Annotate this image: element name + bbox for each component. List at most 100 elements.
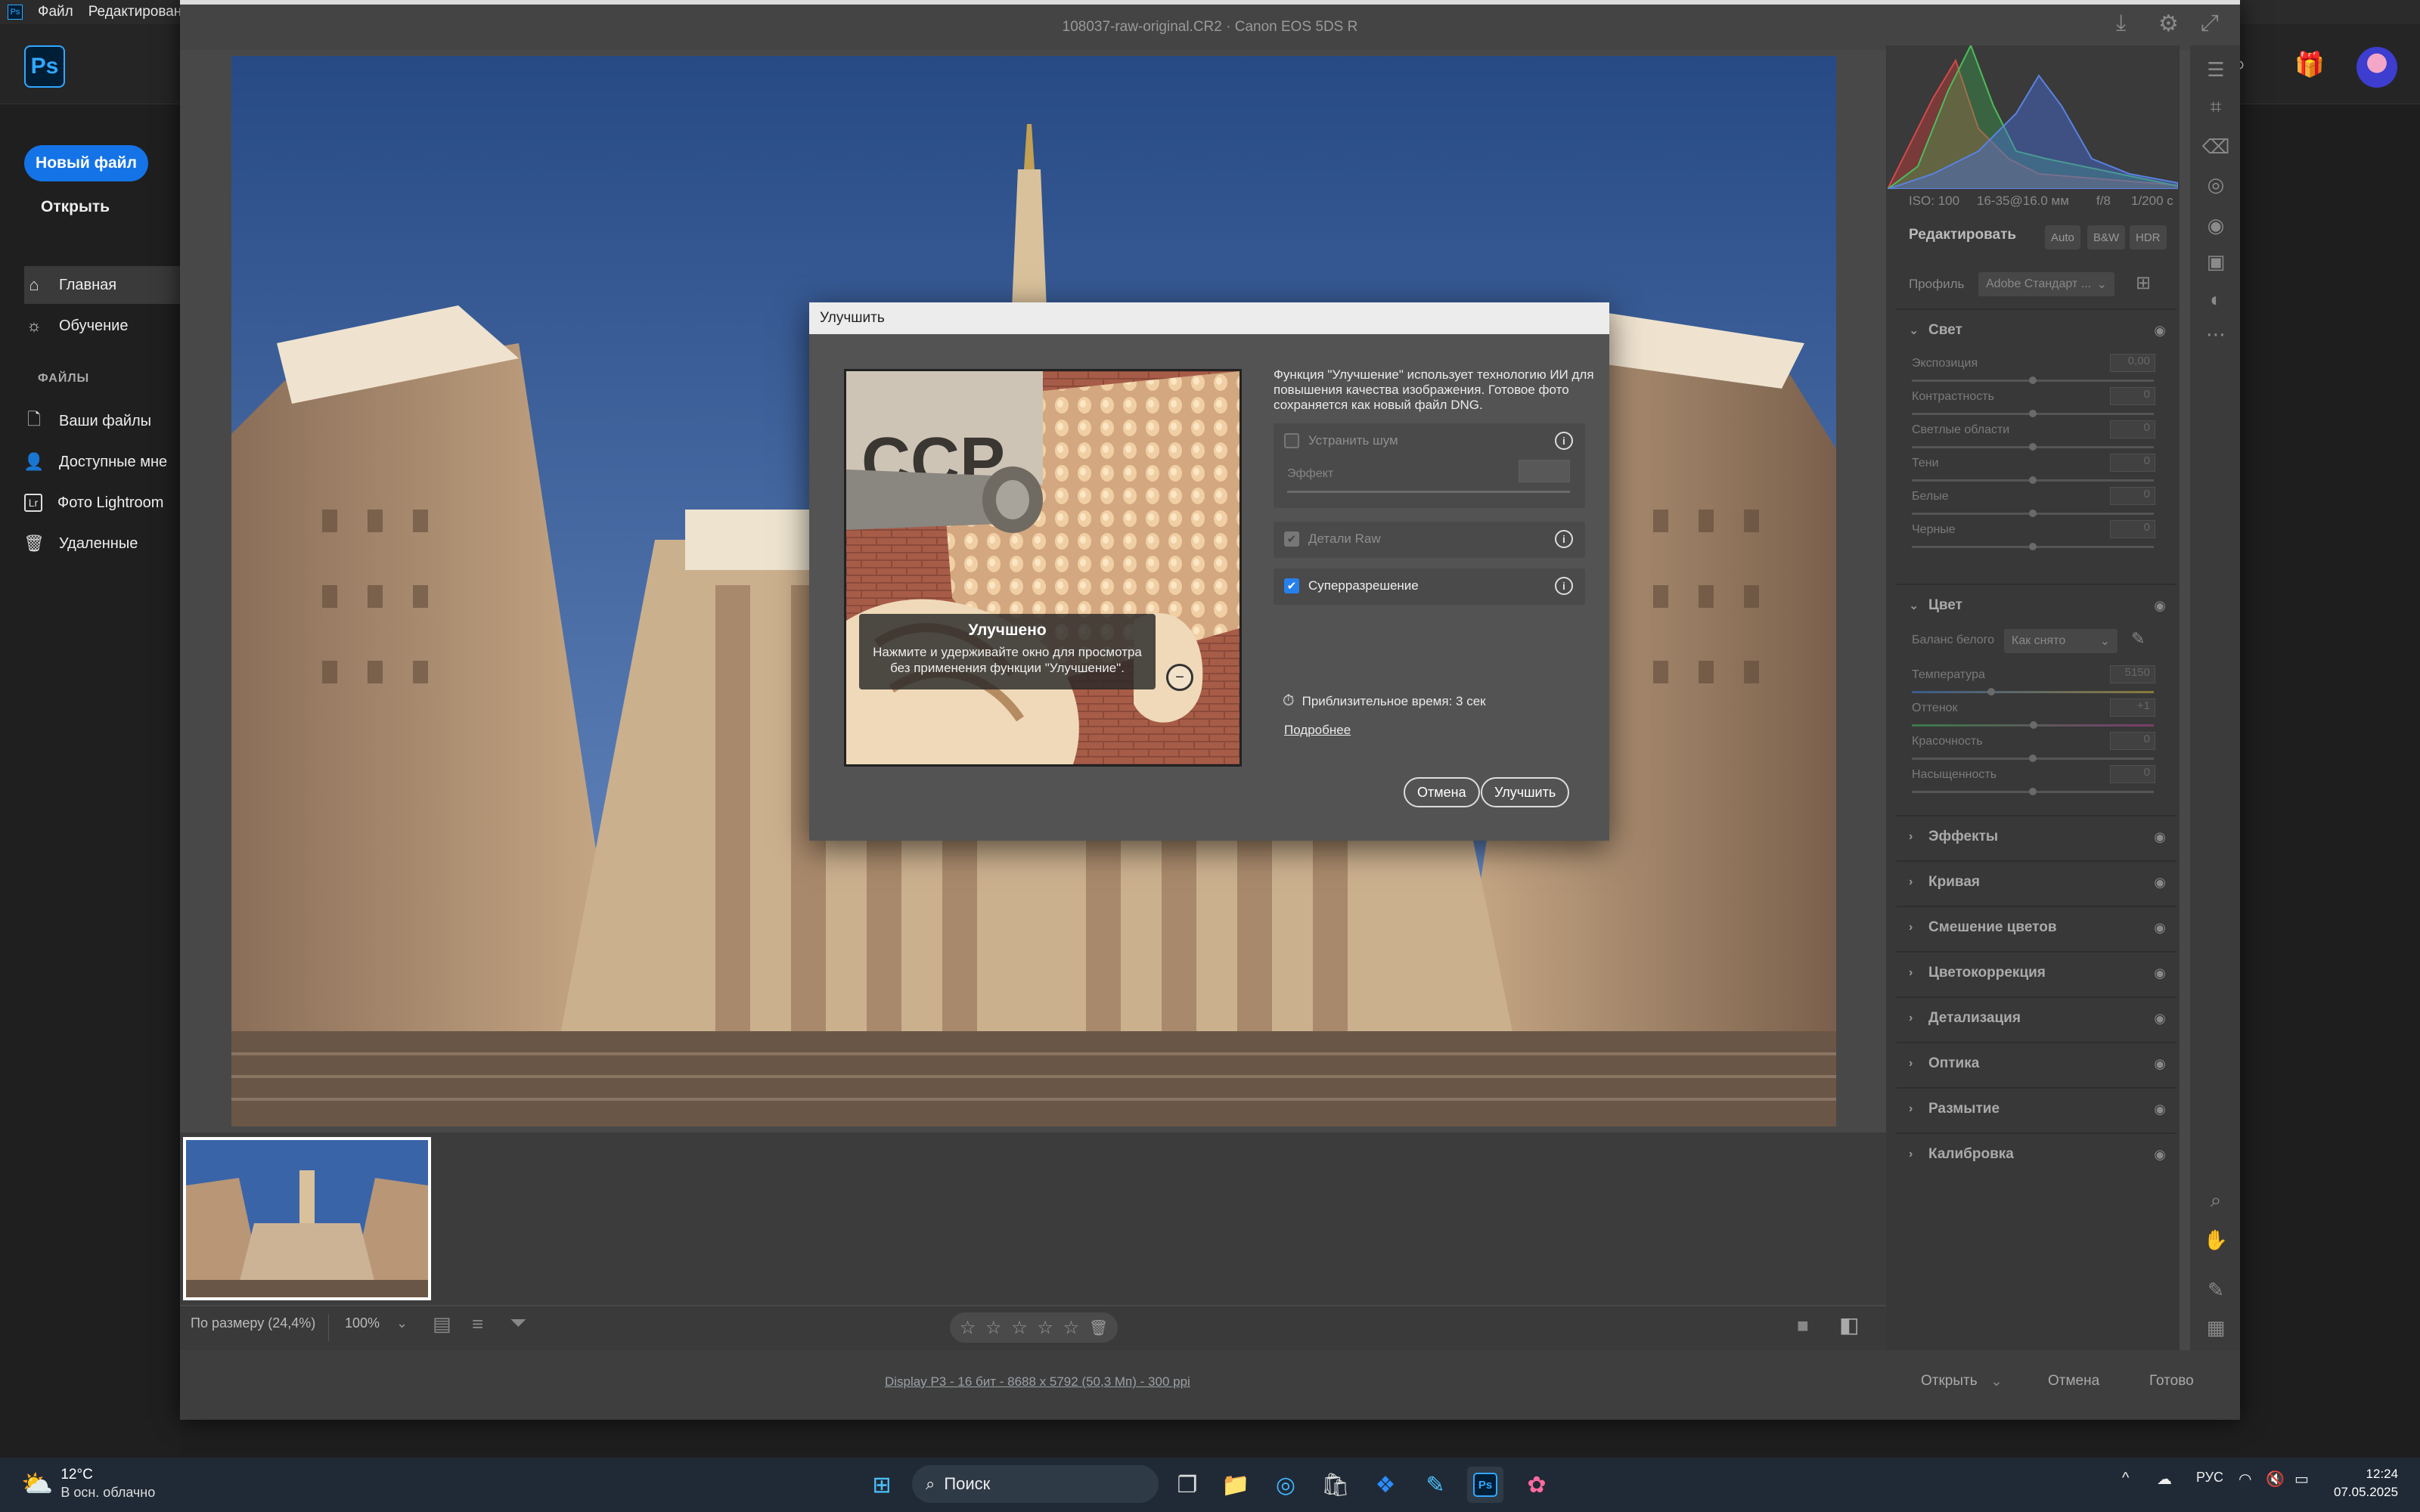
- enhance-button[interactable]: Улучшить: [1481, 777, 1570, 807]
- info-icon[interactable]: i: [1555, 577, 1573, 595]
- fullscreen-icon[interactable]: ⤢: [2201, 11, 2219, 36]
- slider-track[interactable]: [1912, 476, 2154, 484]
- slider-value[interactable]: 0: [2110, 487, 2155, 505]
- slider-track[interactable]: [1912, 376, 2154, 384]
- bw-button[interactable]: B&W: [2087, 225, 2126, 249]
- filmstrip-view-icon[interactable]: ▤: [433, 1312, 451, 1336]
- eye-icon[interactable]: ◉: [2154, 323, 2166, 339]
- slider-value[interactable]: 0,00: [2110, 354, 2155, 372]
- eye-icon[interactable]: ◉: [2154, 829, 2166, 845]
- eyedropper-icon[interactable]: ✎: [2131, 629, 2145, 649]
- slider-value[interactable]: 0: [2110, 732, 2155, 750]
- slider-knob[interactable]: [2029, 410, 2037, 417]
- start-icon[interactable]: ⊞: [864, 1467, 900, 1503]
- hdr-button[interactable]: HDR: [2130, 225, 2167, 249]
- grid-icon[interactable]: ▦: [2202, 1314, 2229, 1341]
- photoshop-taskbar-icon[interactable]: Ps: [1467, 1467, 1503, 1503]
- star-icon[interactable]: ☆: [1011, 1317, 1028, 1339]
- panel-curve[interactable]: › Кривая ◉: [1897, 860, 2176, 903]
- slider-track[interactable]: [1912, 443, 2154, 451]
- profile-select[interactable]: Adobe Стандарт ... ⌄: [1978, 272, 2114, 296]
- gear-icon[interactable]: ⚙: [2158, 11, 2179, 37]
- filmstrip-thumbnail[interactable]: [183, 1137, 431, 1300]
- store-icon[interactable]: 🛍: [1317, 1467, 1354, 1503]
- slider-track[interactable]: [1912, 510, 2154, 517]
- slider-value[interactable]: 0: [2110, 520, 2155, 538]
- task-view-icon[interactable]: ❐: [1169, 1467, 1205, 1503]
- trash-icon[interactable]: 🗑: [1089, 1318, 1108, 1337]
- slider-track[interactable]: [1912, 543, 2154, 550]
- sidebar-item-lightroom[interactable]: Lr Фото Lightroom: [24, 484, 183, 522]
- creative-cloud-icon[interactable]: ✿: [1519, 1467, 1555, 1503]
- zoom-fit-button[interactable]: По размеру (24,4%): [191, 1315, 315, 1331]
- open-image-button[interactable]: Открыть: [1921, 1373, 1978, 1390]
- slider-knob[interactable]: [2029, 543, 2037, 550]
- single-view-icon[interactable]: ■: [1797, 1314, 1809, 1337]
- star-rating[interactable]: ☆ ☆ ☆ ☆ ☆ 🗑: [950, 1312, 1118, 1343]
- slider-value[interactable]: 0: [2110, 454, 2155, 472]
- acr-done-button[interactable]: Готово: [2149, 1373, 2194, 1390]
- panel-effects[interactable]: › Эффекты ◉: [1897, 815, 2176, 857]
- panel-optics[interactable]: › Оптика ◉: [1897, 1042, 2176, 1084]
- panel-light[interactable]: ⌄ Свет ◉: [1897, 308, 2176, 351]
- color-sampler-icon[interactable]: ✎: [2202, 1276, 2229, 1303]
- slider-value[interactable]: +1: [2110, 699, 2155, 717]
- cancel-button[interactable]: Отмена: [1404, 777, 1480, 807]
- chevron-down-icon[interactable]: ⌄: [1990, 1373, 2003, 1390]
- slider-knob[interactable]: [1987, 688, 1995, 696]
- slider-track[interactable]: [1912, 754, 2154, 762]
- star-icon[interactable]: ☆: [960, 1317, 976, 1339]
- masking-icon[interactable]: ▣: [2202, 248, 2229, 275]
- slider-knob[interactable]: [2029, 510, 2037, 517]
- zoom-100-button[interactable]: 100%: [345, 1315, 380, 1331]
- eye-icon[interactable]: ◉: [2154, 1147, 2166, 1163]
- super-resolution-row[interactable]: ✔ Суперразрешение i: [1274, 569, 1585, 603]
- sidebar-item-deleted[interactable]: 🗑 Удаленные: [23, 525, 183, 562]
- info-icon[interactable]: i: [1555, 530, 1573, 548]
- new-file-button[interactable]: Новый файл: [24, 145, 148, 181]
- slider-track[interactable]: [1912, 410, 2154, 417]
- slider-knob[interactable]: [2029, 443, 2037, 451]
- slider-knob[interactable]: [2029, 376, 2037, 384]
- eye-icon[interactable]: ◉: [2154, 1101, 2166, 1117]
- sidebar-item-your-files[interactable]: 🗋 Ваши файлы: [24, 402, 183, 440]
- sidebar-item-home[interactable]: ⌂ Главная: [24, 266, 183, 304]
- panel-color[interactable]: ⌄ Цвет ◉: [1897, 584, 2176, 626]
- panel-color-mixer[interactable]: › Смешение цветов ◉: [1897, 906, 2176, 948]
- sidebar-item-learn[interactable]: ☼ Обучение: [24, 307, 183, 345]
- info-icon[interactable]: i: [1555, 432, 1573, 450]
- super-resolution-checkbox[interactable]: ✔: [1284, 578, 1299, 593]
- eye-icon[interactable]: ◉: [2154, 875, 2166, 891]
- slider-knob[interactable]: [2030, 721, 2037, 729]
- onedrive-icon[interactable]: ☁: [2157, 1470, 2172, 1489]
- save-icon[interactable]: ⤓: [2116, 11, 2126, 36]
- sort-icon[interactable]: ≡: [472, 1312, 483, 1336]
- zoom-icon[interactable]: ⌕: [2202, 1187, 2229, 1214]
- language-indicator[interactable]: РУС: [2196, 1470, 2223, 1486]
- tint-track[interactable]: [1912, 721, 2154, 729]
- battery-icon[interactable]: ▭: [2294, 1470, 2309, 1489]
- slider-knob[interactable]: [2029, 754, 2037, 762]
- learn-more-link[interactable]: Подробнее: [1284, 723, 1351, 738]
- auto-button[interactable]: Auto: [2045, 225, 2080, 249]
- chevron-down-icon[interactable]: ⌄: [396, 1315, 408, 1331]
- eye-icon[interactable]: ◉: [2154, 1011, 2166, 1027]
- edge-icon[interactable]: ◎: [1267, 1467, 1304, 1503]
- wifi-icon[interactable]: ◠: [2238, 1470, 2251, 1489]
- star-icon[interactable]: ☆: [1037, 1317, 1053, 1339]
- panel-color-grading[interactable]: › Цветокоррекция ◉: [1897, 951, 2176, 993]
- open-button[interactable]: Открыть: [41, 198, 110, 216]
- eye-icon[interactable]: ◉: [2154, 1056, 2166, 1072]
- tray-overflow-icon[interactable]: ^: [2122, 1470, 2129, 1487]
- taskbar-search[interactable]: ⌕ Поиск: [912, 1465, 1159, 1503]
- slider-value[interactable]: 0: [2110, 420, 2155, 438]
- menu-edit[interactable]: Редактировани: [88, 4, 190, 20]
- hand-icon[interactable]: ✋: [2202, 1226, 2229, 1253]
- filter-icon[interactable]: ⏷: [510, 1311, 526, 1336]
- slider-value[interactable]: 0: [2110, 387, 2155, 405]
- slider-knob[interactable]: [2029, 788, 2037, 795]
- slider-value[interactable]: 5150: [2110, 665, 2155, 683]
- panel-detail[interactable]: › Детализация ◉: [1897, 996, 2176, 1039]
- profile-browser-icon[interactable]: ⊞: [2136, 272, 2151, 294]
- star-icon[interactable]: ☆: [985, 1317, 1002, 1339]
